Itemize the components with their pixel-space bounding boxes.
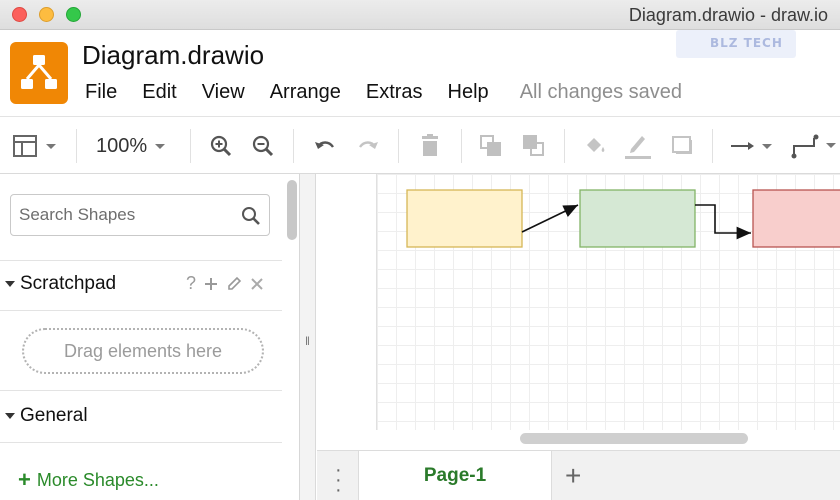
menu-extras[interactable]: Extras <box>366 81 423 104</box>
edit-pencil-icon[interactable] <box>226 276 242 292</box>
page-menu-icon[interactable]: · · · <box>335 460 342 500</box>
to-back-button[interactable] <box>521 131 547 161</box>
toolbar: 100% <box>0 116 840 174</box>
shadow-button[interactable] <box>670 131 696 161</box>
waypoints-icon <box>791 134 836 159</box>
waypoints-dropdown[interactable] <box>790 131 840 161</box>
close-icon[interactable] <box>250 277 264 291</box>
save-status: All changes saved <box>519 80 683 103</box>
window-title: Diagram.drawio - draw.io <box>628 5 828 25</box>
line-color-button[interactable] <box>623 131 653 161</box>
search-box[interactable] <box>10 194 270 236</box>
add-icon[interactable] <box>204 277 218 291</box>
page-grid[interactable] <box>376 174 840 430</box>
connection-style-dropdown[interactable] <box>729 131 777 161</box>
delete-icon <box>422 134 438 156</box>
scratchpad-tools: ? <box>186 273 264 294</box>
app-header: Diagram.drawio File Edit View Arrange Ex… <box>0 30 840 116</box>
canvas-horizontal-scrollbar[interactable] <box>520 433 748 444</box>
panel-layout-icon <box>13 135 56 157</box>
zoom-in-icon <box>210 135 232 157</box>
close-window-button[interactable] <box>12 7 27 22</box>
tab-page-1[interactable]: Page-1 <box>358 451 552 500</box>
scratchpad-dropzone[interactable]: Drag elements here <box>22 328 264 374</box>
caret-down-icon <box>5 413 15 419</box>
shadow-icon <box>672 136 692 154</box>
general-label: General <box>20 405 88 426</box>
page-tab-bar: · · · Page-1 + <box>317 450 840 500</box>
document-title[interactable]: Diagram.drawio <box>82 40 264 71</box>
scratchpad-label: Scratchpad <box>20 273 117 294</box>
more-shapes-label: More Shapes... <box>36 469 159 490</box>
sidebar-scrollbar[interactable] <box>287 180 297 240</box>
diagram-drawing[interactable] <box>377 174 840 430</box>
menu-arrange[interactable]: Arrange <box>270 81 341 104</box>
to-front-button[interactable] <box>478 131 504 161</box>
redo-button[interactable] <box>355 131 381 161</box>
search-input[interactable] <box>19 205 239 225</box>
menu-file[interactable]: File <box>85 81 117 104</box>
to-back-icon <box>523 135 544 156</box>
connector-elbow-arrow[interactable] <box>695 204 751 240</box>
zoom-out-icon <box>252 135 274 157</box>
plus-icon: + <box>18 467 31 492</box>
undo-button[interactable] <box>312 131 338 161</box>
menu-view[interactable]: View <box>202 81 245 104</box>
delete-button[interactable] <box>418 131 442 161</box>
drawio-logo-icon <box>10 42 68 104</box>
watermark-text: BLZ TECH <box>710 36 783 50</box>
format-panel-toggle[interactable] <box>12 131 60 161</box>
green-box[interactable] <box>579 189 696 248</box>
chevron-down-icon <box>155 144 166 149</box>
menu-bar: File Edit View Arrange Extras Help All c… <box>85 81 682 103</box>
add-page-button[interactable]: + <box>565 460 581 492</box>
search-icon[interactable] <box>241 206 261 226</box>
undo-icon <box>315 141 334 149</box>
more-shapes-link[interactable]: + More Shapes... <box>18 467 159 493</box>
redo-icon <box>359 141 378 149</box>
zoom-out-button[interactable] <box>250 131 276 161</box>
caret-down-icon <box>5 281 15 287</box>
sidebar-splitter[interactable]: ǁ <box>300 174 316 500</box>
zoom-window-button[interactable] <box>66 7 81 22</box>
to-front-icon <box>480 135 501 156</box>
fill-color-icon <box>587 138 605 152</box>
watermark-logo: BLZ TECH <box>676 30 796 58</box>
connector-arrow[interactable] <box>521 204 579 233</box>
menu-edit[interactable]: Edit <box>142 81 176 104</box>
red-box[interactable] <box>752 189 840 248</box>
line-color-icon <box>625 136 651 159</box>
minimize-window-button[interactable] <box>39 7 54 22</box>
diagram-canvas[interactable] <box>317 174 840 450</box>
zoom-in-button[interactable] <box>208 131 234 161</box>
zoom-level: 100% <box>96 134 148 157</box>
help-button[interactable]: ? <box>186 273 196 294</box>
general-header[interactable]: General <box>0 404 282 428</box>
zoom-dropdown[interactable]: 100% <box>96 131 169 161</box>
connection-arrow-icon <box>731 142 772 150</box>
yellow-box[interactable] <box>406 189 523 248</box>
grip-icon: ǁ <box>305 334 310 348</box>
window-title-bar: Diagram.drawio - draw.io <box>0 0 840 30</box>
fill-color-button[interactable] <box>582 131 610 161</box>
menu-help[interactable]: Help <box>448 81 489 104</box>
shapes-sidebar: Scratchpad ? Drag elements here General … <box>0 174 300 500</box>
